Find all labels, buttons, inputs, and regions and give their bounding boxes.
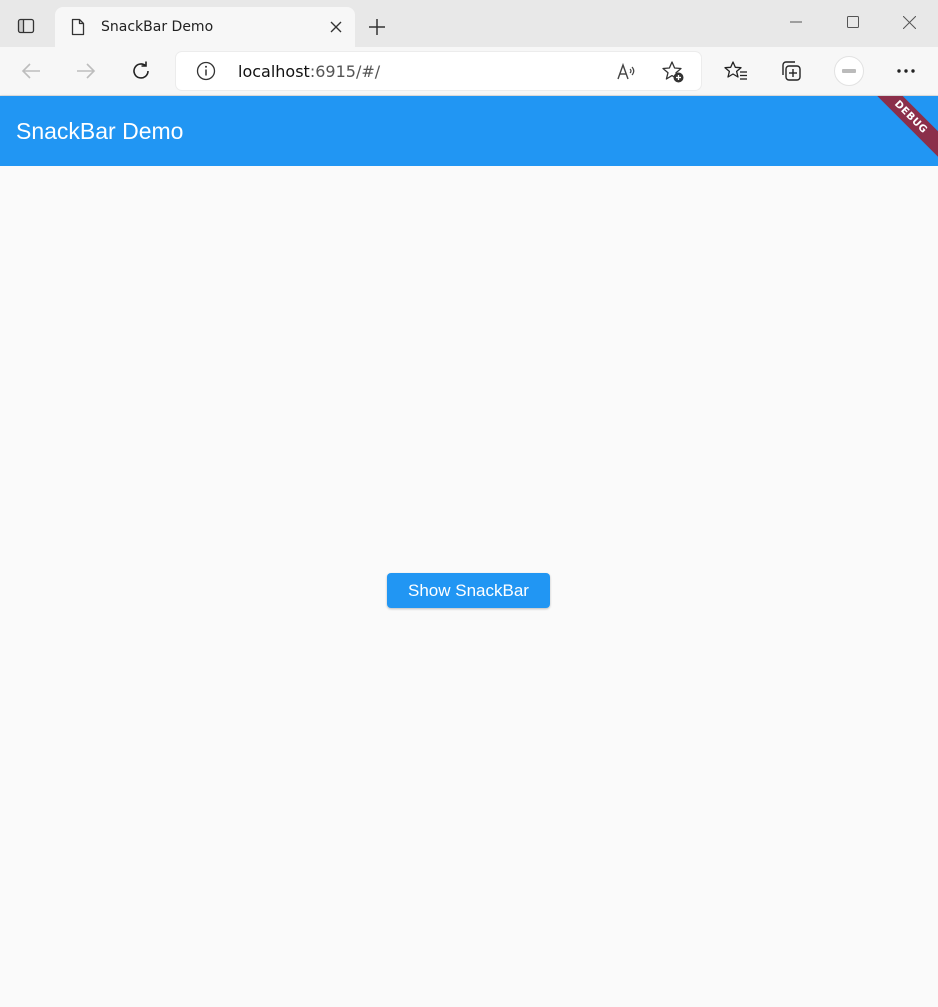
site-info-icon[interactable] <box>196 61 216 81</box>
avatar-icon <box>842 69 856 73</box>
app-title: SnackBar Demo <box>16 118 184 144</box>
profile-avatar[interactable] <box>834 56 864 86</box>
more-dots-icon <box>897 69 915 73</box>
refresh-icon <box>133 61 149 79</box>
favorites-icon <box>724 61 747 80</box>
app-bar: SnackBar Demo DEBUG <box>0 96 938 166</box>
collections-button[interactable] <box>775 55 807 87</box>
url-host: localhost <box>238 62 310 81</box>
address-bar[interactable]: localhost:6915/#/ <box>176 52 701 90</box>
minimize-button[interactable] <box>767 0 824 44</box>
add-favorite-icon[interactable] <box>660 59 686 85</box>
minimize-icon <box>789 21 802 23</box>
debug-banner: DEBUG <box>865 96 938 163</box>
tab-actions-icon <box>17 18 35 34</box>
back-button[interactable] <box>15 55 47 87</box>
page-icon <box>69 18 87 36</box>
maximize-icon <box>846 16 859 28</box>
maximize-button[interactable] <box>824 0 881 44</box>
show-snackbar-button[interactable]: Show SnackBar <box>387 573 550 608</box>
browser-toolbar: localhost:6915/#/ <box>0 47 938 96</box>
tab-title: SnackBar Demo <box>101 19 214 35</box>
forward-button[interactable] <box>70 55 102 87</box>
more-menu-button[interactable] <box>890 55 922 87</box>
tab-actions-button[interactable] <box>0 6 52 46</box>
close-tab-icon[interactable] <box>327 18 345 36</box>
read-aloud-icon[interactable] <box>614 59 640 85</box>
refresh-button[interactable] <box>125 55 157 87</box>
close-window-button[interactable] <box>881 0 938 44</box>
url-text[interactable]: localhost:6915/#/ <box>238 62 380 81</box>
new-tab-button[interactable] <box>362 12 392 42</box>
browser-tab-active[interactable]: SnackBar Demo <box>55 7 355 47</box>
plus-icon <box>369 19 385 35</box>
debug-banner-label: DEBUG <box>892 98 930 136</box>
arrow-right-icon <box>77 63 96 79</box>
app-body: Show SnackBar <box>0 166 938 1007</box>
collections-icon <box>782 61 801 81</box>
close-window-icon <box>903 15 916 29</box>
url-path: :6915/#/ <box>309 62 381 81</box>
window-controls <box>767 0 938 44</box>
arrow-left-icon <box>21 63 40 79</box>
favorites-button[interactable] <box>720 55 752 87</box>
browser-tab-strip: SnackBar Demo <box>0 0 938 47</box>
